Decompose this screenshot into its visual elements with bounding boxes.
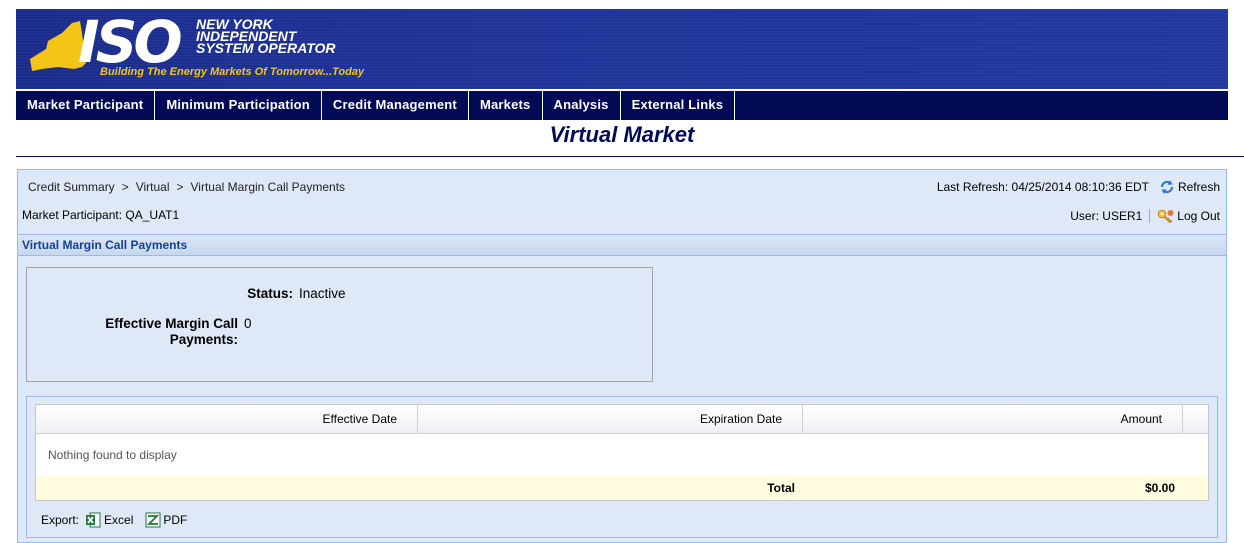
nav-item-analysis[interactable]: Analysis <box>543 91 621 120</box>
breadcrumb: Credit Summary > Virtual > Virtual Margin Ca… <box>28 180 345 194</box>
market-participant-label: Market Participant: <box>22 208 123 222</box>
logo-iso-text: ISO <box>78 9 183 76</box>
excel-icon <box>86 512 101 528</box>
table-header: Effective Date Expiration Date Amount <box>36 405 1208 434</box>
page-title: Virtual Market <box>549 122 695 147</box>
pdf-label: PDF <box>163 513 188 527</box>
status-value: Inactive <box>299 286 346 301</box>
user-info: User: USER1 Log Out <box>1070 208 1220 224</box>
total-row: Total $0.00 <box>36 476 1208 500</box>
logo-org-name: NEW YORK INDEPENDENT SYSTEM OPERATOR <box>196 17 336 56</box>
main-panel: Credit Summary > Virtual > Virtual Margin Ca… <box>17 169 1227 543</box>
empty-message: Nothing found to display <box>48 448 177 462</box>
nav-item-markets[interactable]: Markets <box>469 91 543 120</box>
refresh-button[interactable]: Refresh <box>1159 179 1220 195</box>
effective-margin-call-payments-label: Effective Margin Call Payments: <box>27 316 238 348</box>
export-bar: Export: Excel PDF <box>41 512 187 528</box>
last-refresh-timestamp: 04/25/2014 08:10:36 EDT <box>1011 180 1149 194</box>
export-pdf-link[interactable]: PDF <box>145 512 187 528</box>
nav-item-market-participant[interactable]: Market Participant <box>16 91 156 120</box>
total-label: Total <box>767 481 795 495</box>
refresh-label: Refresh <box>1177 180 1220 194</box>
column-header-effective-date[interactable]: Effective Date <box>36 405 418 433</box>
column-header-spacer <box>1183 405 1208 433</box>
pdf-icon <box>145 512 161 528</box>
nyiso-logo: ISO NEW YORK INDEPENDENT SYSTEM OPERATOR… <box>28 11 428 87</box>
total-value: $0.00 <box>1144 481 1175 495</box>
export-excel-link[interactable]: Excel <box>85 512 133 528</box>
user-divider <box>1149 209 1151 223</box>
user-label: User: <box>1070 209 1099 223</box>
payments-table: Effective Date Expiration Date Amount No… <box>35 404 1209 501</box>
emcp-label-line-2: Payments: <box>169 332 238 347</box>
emcp-label-line-1: Effective Margin Call <box>105 316 238 331</box>
column-header-expiration-date[interactable]: Expiration Date <box>418 405 803 433</box>
breadcrumb-credit-summary[interactable]: Credit Summary <box>28 180 115 194</box>
last-refresh-label: Last Refresh: <box>936 180 1009 194</box>
breadcrumb-separator: > <box>121 180 129 194</box>
logout-label: Log Out <box>1177 209 1220 223</box>
title-divider <box>16 156 1244 157</box>
column-header-amount[interactable]: Amount <box>803 405 1183 433</box>
status-label: Status: <box>247 286 293 301</box>
user-value: USER1 <box>1102 209 1143 223</box>
nav-item-external-links[interactable]: External Links <box>621 91 736 120</box>
logo-tagline: Building The Energy Markets Of Tomorrow.… <box>100 66 365 78</box>
refresh-icon <box>1160 180 1174 194</box>
market-participant-value: QA_UAT1 <box>125 208 180 222</box>
payments-grid-container: Effective Date Expiration Date Amount No… <box>26 396 1218 538</box>
last-refresh: Last Refresh: 04/25/2014 08:10:36 EDT Re… <box>937 179 1220 195</box>
total-spacer <box>36 476 418 500</box>
excel-label: Excel <box>104 513 134 527</box>
logout-key-icon <box>1157 209 1174 224</box>
logout-button[interactable]: Log Out <box>1157 208 1220 224</box>
status-fieldset: Status: Inactive Effective Margin Call P… <box>26 267 653 382</box>
market-participant-info: Market Participant: QA_UAT1 <box>22 208 179 222</box>
nav-item-minimum-participation[interactable]: Minimum Participation <box>155 91 322 120</box>
main-nav: Market Participant Minimum Participation… <box>16 91 1228 120</box>
nav-item-credit-management[interactable]: Credit Management <box>322 91 469 120</box>
breadcrumb-current: Virtual Margin Call Payments <box>190 180 346 194</box>
breadcrumb-virtual[interactable]: Virtual <box>136 180 170 194</box>
export-label: Export: <box>41 513 80 527</box>
org-name-line-3: SYSTEM OPERATOR <box>196 40 336 56</box>
header-banner: ISO NEW YORK INDEPENDENT SYSTEM OPERATOR… <box>16 9 1228 89</box>
section-header: Virtual Margin Call Payments <box>18 234 1226 256</box>
section-title: Virtual Margin Call Payments <box>22 238 188 252</box>
effective-margin-call-payments-value: 0 <box>244 316 252 331</box>
breadcrumb-separator: > <box>176 180 184 194</box>
